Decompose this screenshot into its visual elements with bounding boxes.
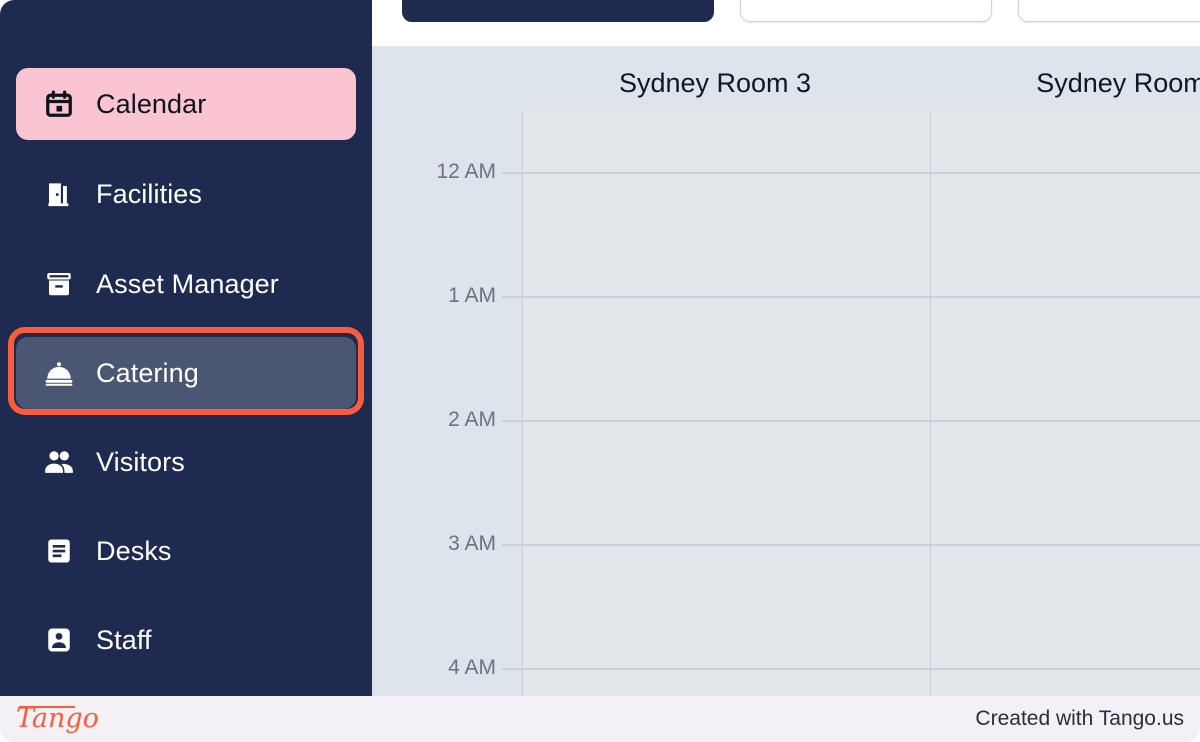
people-icon bbox=[42, 445, 76, 479]
hour-tick bbox=[502, 296, 524, 298]
footer-bar: Tango Created with Tango.us bbox=[0, 696, 1200, 742]
room-calendar[interactable]: Sydney Room 3 Sydney Room 12 AM 1 AM 2 A… bbox=[372, 46, 1200, 696]
calendar-column-headers: Sydney Room 3 Sydney Room bbox=[372, 46, 1200, 110]
toolbar-chip-third[interactable] bbox=[1018, 0, 1200, 22]
sidebar-item-calendar[interactable]: Calendar bbox=[16, 68, 356, 140]
hour-tick bbox=[502, 668, 524, 670]
hour-label: 4 AM bbox=[448, 656, 496, 679]
sidebar-item-label: Desks bbox=[96, 535, 172, 566]
document-lines-icon bbox=[42, 534, 76, 568]
footer-credit: Created with Tango.us bbox=[975, 707, 1184, 730]
calendar-icon bbox=[42, 87, 76, 121]
sidebar-item-label: Asset Manager bbox=[96, 268, 279, 299]
hour-gridline bbox=[522, 172, 1200, 174]
tango-logo: Tango bbox=[16, 702, 99, 734]
hour-gridline bbox=[522, 420, 1200, 422]
calendar-column-body[interactable] bbox=[522, 110, 930, 696]
sidebar-item-label: Staff bbox=[96, 624, 152, 655]
toolbar bbox=[372, 0, 1200, 46]
sidebar-item-label: Calendar bbox=[96, 88, 207, 119]
hour-gridline bbox=[522, 544, 1200, 546]
sidebar-item-catering[interactable]: Catering bbox=[16, 337, 356, 409]
sidebar-item-label: Visitors bbox=[96, 446, 185, 477]
calendar-grid[interactable]: 12 AM 1 AM 2 AM 3 AM 4 AM bbox=[372, 110, 1200, 696]
sidebar-item-staff[interactable]: Staff bbox=[16, 604, 356, 676]
person-badge-icon bbox=[42, 623, 76, 657]
hour-label: 12 AM bbox=[436, 160, 496, 183]
sidebar-item-label: Catering bbox=[96, 357, 199, 388]
sidebar-item-visitors[interactable]: Visitors bbox=[16, 426, 356, 498]
hour-gridline bbox=[522, 668, 1200, 670]
hour-label: 1 AM bbox=[448, 284, 496, 307]
hour-gridline bbox=[522, 296, 1200, 298]
hour-label: 2 AM bbox=[448, 408, 496, 431]
room-service-icon bbox=[42, 356, 76, 390]
hour-tick bbox=[502, 544, 524, 546]
hour-tick bbox=[502, 420, 524, 422]
sidebar-item-desks[interactable]: Desks bbox=[16, 515, 356, 587]
toolbar-chip-second[interactable] bbox=[740, 0, 992, 22]
hour-label: 3 AM bbox=[448, 532, 496, 555]
calendar-column-header: Sydney Room bbox=[1036, 68, 1200, 98]
archive-box-icon bbox=[42, 267, 76, 301]
sidebar-item-facilities[interactable]: Facilities bbox=[16, 158, 356, 230]
calendar-column-body[interactable] bbox=[930, 110, 1200, 696]
toolbar-chip-primary[interactable] bbox=[402, 0, 714, 22]
hour-tick bbox=[502, 172, 524, 174]
sidebar-item-label: Facilities bbox=[96, 178, 203, 209]
door-icon bbox=[42, 177, 76, 211]
sidebar-item-asset-manager[interactable]: Asset Manager bbox=[16, 248, 356, 320]
app-screenshot: Calendar Facilities Asset Manager Cateri… bbox=[0, 0, 1200, 742]
calendar-column-header: Sydney Room 3 bbox=[618, 68, 812, 98]
sidebar-navigation: Calendar Facilities Asset Manager Cateri… bbox=[0, 0, 372, 696]
